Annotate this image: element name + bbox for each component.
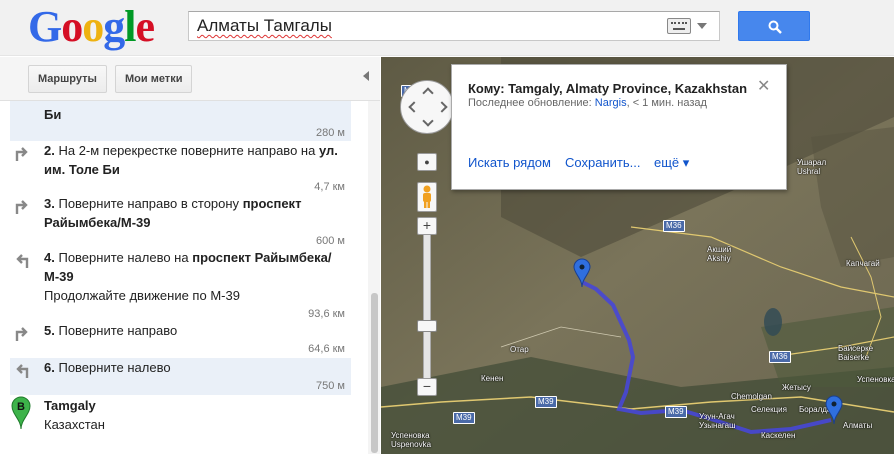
pegman-icon[interactable] bbox=[417, 182, 437, 212]
step-number: 5. bbox=[44, 323, 55, 338]
marker-letter: B bbox=[17, 401, 25, 413]
search-button[interactable] bbox=[738, 11, 810, 41]
info-bubble: Кому: Tamgaly, Almaty Province, Kazakhst… bbox=[451, 64, 787, 190]
my-places-button[interactable]: Мои метки bbox=[115, 65, 193, 93]
step-distance: 280 м bbox=[316, 127, 345, 139]
pan-left-icon[interactable] bbox=[408, 101, 420, 113]
map-place-label: Акший Akshiy bbox=[707, 245, 732, 263]
map-place-label: Алматы bbox=[843, 421, 873, 430]
step-instruction: Поверните налево на bbox=[58, 250, 189, 265]
map-place-label: Успеновка bbox=[857, 375, 894, 384]
step-instruction: Поверните налево bbox=[58, 360, 171, 375]
keyboard-icon[interactable] bbox=[667, 18, 691, 34]
turn-left-icon bbox=[16, 364, 29, 378]
step-distance: 600 м bbox=[316, 235, 345, 247]
destination-marker-icon: B bbox=[11, 396, 31, 430]
road-badge: M36 bbox=[769, 351, 791, 363]
zoom-in-button[interactable]: + bbox=[417, 217, 437, 235]
reset-view-button[interactable]: ● bbox=[417, 153, 437, 171]
step-distance: 93,6 км bbox=[308, 308, 345, 320]
collapse-panel-icon[interactable] bbox=[363, 71, 369, 81]
turn-right-icon bbox=[15, 200, 28, 214]
direction-step[interactable]: Би 280 м bbox=[10, 101, 351, 141]
step-note: Продолжайте движение по М-39 bbox=[44, 288, 240, 303]
directions-panel: Би 280 м 2. На 2-м перекрестке поверните… bbox=[0, 101, 380, 454]
destination-country: Казахстан bbox=[44, 417, 105, 432]
map-place-label: Chemolgan bbox=[731, 392, 772, 401]
road-badge: M36 bbox=[663, 220, 685, 232]
search-input[interactable]: Алматы Тамгалы bbox=[197, 16, 332, 36]
direction-step[interactable]: 2. На 2-м перекрестке поверните направо … bbox=[10, 141, 351, 193]
map-place-label: Селекция bbox=[751, 405, 787, 414]
pan-up-icon[interactable] bbox=[422, 87, 434, 99]
destination-item[interactable]: B Tamgaly Казахстан bbox=[10, 396, 351, 440]
pan-control[interactable] bbox=[400, 80, 454, 134]
close-icon[interactable]: ✕ bbox=[757, 79, 770, 95]
road-badge: M39 bbox=[453, 412, 475, 424]
map-place-label: Успеновка Uspenovka bbox=[391, 431, 432, 449]
step-distance: 4,7 км bbox=[314, 181, 345, 193]
pan-right-icon[interactable] bbox=[436, 101, 448, 113]
step-instruction: Поверните направо bbox=[58, 323, 178, 338]
step-distance: 750 м bbox=[316, 380, 345, 392]
map-place-label: Каскелен bbox=[761, 431, 796, 440]
logo-letter: e bbox=[135, 2, 155, 51]
logo-letter: l bbox=[124, 2, 136, 51]
step-road-name: Би bbox=[44, 107, 62, 122]
step-number: 2. bbox=[44, 143, 55, 158]
direction-step[interactable]: 5. Поверните направо 64,6 км bbox=[10, 321, 351, 357]
turn-right-icon bbox=[15, 327, 28, 341]
search-icon bbox=[768, 20, 782, 34]
left-toolbar: Маршруты Мои метки bbox=[0, 57, 380, 101]
map-place-label: Ушарал Ushral bbox=[797, 158, 827, 176]
step-instruction: На 2-м перекрестке поверните направо на bbox=[58, 143, 316, 158]
search-nearby-link[interactable]: Искать рядом bbox=[468, 155, 551, 170]
save-link[interactable]: Сохранить... bbox=[565, 155, 640, 170]
map-place-label: Жетысу bbox=[782, 383, 811, 392]
direction-step[interactable]: 6. Поверните налево 750 м bbox=[10, 358, 351, 395]
turn-left-icon bbox=[16, 254, 29, 268]
zoom-slider-track[interactable] bbox=[423, 227, 431, 387]
turn-right-icon bbox=[15, 147, 28, 161]
logo-letter: o bbox=[82, 2, 104, 51]
bubble-title: Кому: Tamgaly, Almaty Province, Kazakhst… bbox=[468, 81, 748, 96]
road-badge: M39 bbox=[535, 396, 557, 408]
destination-map-marker-icon[interactable] bbox=[825, 395, 843, 425]
logo-letter: G bbox=[28, 2, 62, 51]
road-badge: M39 bbox=[665, 406, 687, 418]
last-updated-text: Последнее обновление: Nargis, < 1 мин. н… bbox=[468, 97, 707, 109]
zoom-slider-handle[interactable] bbox=[417, 320, 437, 332]
pan-down-icon[interactable] bbox=[422, 115, 434, 127]
logo-letter: g bbox=[103, 2, 125, 51]
logo-letter: o bbox=[61, 2, 83, 51]
chevron-down-icon[interactable] bbox=[697, 23, 707, 29]
routes-button[interactable]: Маршруты bbox=[28, 65, 107, 93]
map-place-label: Узун-Агач Узынагаш bbox=[699, 412, 736, 430]
map-place-label: Отар bbox=[510, 345, 529, 354]
step-distance: 64,6 км bbox=[308, 343, 345, 355]
updated-user-link[interactable]: Nargis bbox=[595, 97, 627, 109]
scrollbar-thumb[interactable] bbox=[371, 293, 378, 453]
step-number: 4. bbox=[44, 250, 55, 265]
destination-name: Tamgaly bbox=[44, 398, 96, 413]
step-number: 6. bbox=[44, 360, 55, 375]
street-view-icon bbox=[423, 185, 431, 208]
map-place-label: Капчагай bbox=[846, 259, 880, 268]
direction-step[interactable]: 4. Поверните налево на проспект Райымбек… bbox=[10, 248, 351, 320]
step-instruction: Поверните направо в сторону bbox=[58, 196, 240, 211]
map-place-label: Байсерке Baiserke bbox=[838, 344, 874, 362]
direction-step[interactable]: 3. Поверните направо в сторону проспект … bbox=[10, 194, 351, 250]
start-marker-icon[interactable] bbox=[573, 258, 591, 288]
zoom-out-button[interactable]: − bbox=[417, 378, 437, 396]
header-bar: Google Алматы Тамгалы bbox=[0, 0, 894, 56]
google-logo[interactable]: Google bbox=[28, 2, 155, 51]
map-place-label: Кенен bbox=[481, 374, 504, 383]
step-number: 3. bbox=[44, 196, 55, 211]
search-box[interactable]: Алматы Тамгалы bbox=[188, 11, 720, 41]
more-link[interactable]: ещё ▾ bbox=[654, 155, 689, 171]
